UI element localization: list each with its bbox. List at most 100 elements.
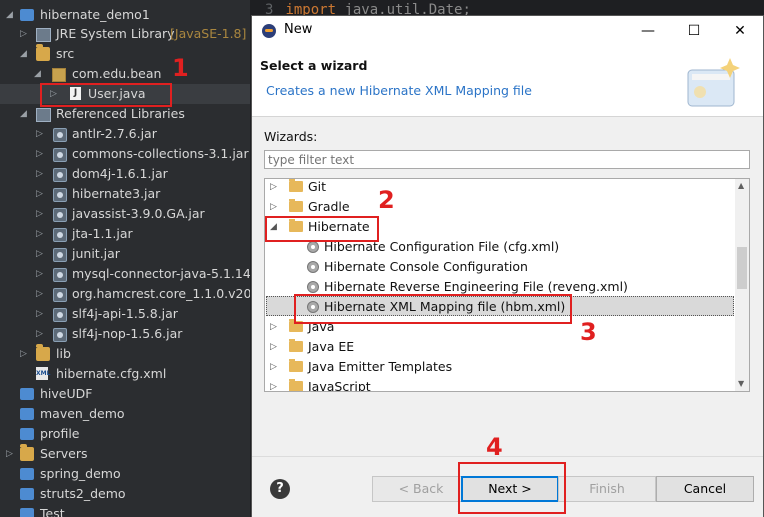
tree-item-jar[interactable]: ▷ jta-1.1.jar xyxy=(0,224,250,244)
annotation-number-2: 2 xyxy=(378,186,395,214)
eclipse-icon xyxy=(262,24,276,38)
back-button[interactable]: < Back xyxy=(372,476,470,502)
annotation-box-2 xyxy=(265,216,379,242)
collapsed-arrow-icon[interactable]: ▷ xyxy=(270,377,279,391)
tree-item-java-emitter-templates[interactable]: ▷ Java Emitter Templates xyxy=(265,357,733,377)
tree-item-com-edu-bean[interactable]: ◢ com.edu.bean xyxy=(0,64,250,84)
collapsed-arrow-icon[interactable]: ▷ xyxy=(36,310,44,319)
collapsed-arrow-icon[interactable]: ▷ xyxy=(36,130,44,139)
tree-item-test[interactable]: Test xyxy=(0,504,250,517)
tree-item-gradle[interactable]: ▷ Gradle xyxy=(265,197,733,217)
collapsed-arrow-icon[interactable]: ▷ xyxy=(270,197,279,217)
jar-icon xyxy=(53,308,67,322)
wizard-tree: ▷ Git ▷ Gradle ◢ Hibernate Hibernate Con… xyxy=(264,178,750,392)
library-icon xyxy=(36,108,51,122)
cancel-button[interactable]: Cancel xyxy=(656,476,754,502)
tree-item-hibernate-demo1[interactable]: ◢ hibernate_demo1 xyxy=(0,5,250,25)
tree-item-jre-system-library[interactable]: ▷ JRE System Library [JavaSE-1.8] xyxy=(0,24,250,44)
tree-item-jar[interactable]: ▷ mysql-connector-java-5.1.14.jar xyxy=(0,264,250,284)
collapsed-arrow-icon[interactable]: ▷ xyxy=(36,150,44,159)
tree-item-lib[interactable]: ▷ lib xyxy=(0,344,250,364)
tree-item-src[interactable]: ◢ src xyxy=(0,44,250,64)
minimize-button[interactable]: — xyxy=(625,16,671,46)
scroll-up-arrow-icon[interactable]: ▲ xyxy=(738,181,744,190)
project-icon xyxy=(20,508,34,517)
tree-item-maven-demo[interactable]: maven_demo xyxy=(0,404,250,424)
help-icon[interactable]: ? xyxy=(270,479,290,499)
annotation-number-3: 3 xyxy=(580,318,597,346)
expanded-arrow-icon[interactable]: ◢ xyxy=(20,110,28,119)
tree-item-git[interactable]: ▷ Git xyxy=(265,179,733,197)
collapsed-arrow-icon[interactable]: ▷ xyxy=(36,250,44,259)
tree-item-hiveudf[interactable]: hiveUDF xyxy=(0,384,250,404)
tree-item-jar[interactable]: ▷ javassist-3.9.0.GA.jar xyxy=(0,204,250,224)
header-title: Select a wizard xyxy=(260,58,368,73)
expanded-arrow-icon[interactable]: ◢ xyxy=(20,50,28,59)
collapsed-arrow-icon[interactable]: ▷ xyxy=(36,330,44,339)
collapsed-arrow-icon[interactable]: ▷ xyxy=(36,210,44,219)
tree-item-profile[interactable]: profile xyxy=(0,424,250,444)
project-icon xyxy=(20,9,34,21)
tree-item-jar[interactable]: ▷ dom4j-1.6.1.jar xyxy=(0,164,250,184)
collapsed-arrow-icon[interactable]: ▷ xyxy=(270,179,279,197)
dialog-titlebar[interactable]: New — ☐ ✕ xyxy=(252,16,763,46)
package-icon xyxy=(52,68,66,82)
jar-icon xyxy=(53,248,67,262)
close-button[interactable]: ✕ xyxy=(717,16,763,46)
collapsed-arrow-icon[interactable]: ▷ xyxy=(36,170,44,179)
expanded-arrow-icon[interactable]: ◢ xyxy=(34,70,42,79)
project-icon xyxy=(20,388,34,400)
project-icon xyxy=(20,488,34,500)
xml-file-icon: XML xyxy=(36,367,50,380)
filter-input[interactable] xyxy=(264,150,750,169)
tree-item-referenced-libraries[interactable]: ◢ Referenced Libraries xyxy=(0,104,250,124)
finish-button[interactable]: Finish xyxy=(558,476,656,502)
collapsed-arrow-icon[interactable]: ▷ xyxy=(36,270,44,279)
project-icon xyxy=(20,468,34,480)
wizard-header: Select a wizard Creates a new Hibernate … xyxy=(252,46,763,117)
tree-item-jar[interactable]: ▷ commons-collections-3.1.jar xyxy=(0,144,250,164)
tree-item-jar[interactable]: ▷ hibernate3.jar xyxy=(0,184,250,204)
jar-icon xyxy=(53,288,67,302)
collapsed-arrow-icon[interactable]: ▷ xyxy=(36,190,44,199)
tree-item-java-ee[interactable]: ▷ Java EE xyxy=(265,337,733,357)
tree-item-hibernate-console[interactable]: Hibernate Console Configuration xyxy=(265,257,733,277)
jar-icon xyxy=(53,268,67,282)
jar-icon xyxy=(53,188,67,202)
scroll-down-arrow-icon[interactable]: ▼ xyxy=(738,379,744,388)
annotation-number-1: 1 xyxy=(172,54,189,82)
jar-icon xyxy=(53,168,67,182)
tree-item-jar[interactable]: ▷ slf4j-nop-1.5.6.jar xyxy=(0,324,250,344)
tree-item-servers[interactable]: ▷ Servers xyxy=(0,444,250,464)
tree-item-spring-demo[interactable]: spring_demo xyxy=(0,464,250,484)
tree-item-jar[interactable]: ▷ junit.jar xyxy=(0,244,250,264)
collapsed-arrow-icon[interactable]: ▷ xyxy=(270,337,279,357)
tree-item-jar[interactable]: ▷ antlr-2.7.6.jar xyxy=(0,124,250,144)
collapsed-arrow-icon[interactable]: ▷ xyxy=(20,30,28,39)
jar-icon xyxy=(53,228,67,242)
tree-item-javascript[interactable]: ▷ JavaScript xyxy=(265,377,733,391)
tree-item-jar[interactable]: ▷ slf4j-api-1.5.8.jar xyxy=(0,304,250,324)
hibernate-icon xyxy=(307,241,319,253)
project-explorer: ◢ hibernate_demo1 ▷ JRE System Library [… xyxy=(0,0,250,517)
expanded-arrow-icon[interactable]: ◢ xyxy=(6,11,14,20)
collapsed-arrow-icon[interactable]: ▷ xyxy=(36,290,44,299)
project-icon xyxy=(20,408,34,420)
annotation-box-3 xyxy=(294,294,572,324)
maximize-button[interactable]: ☐ xyxy=(671,16,717,46)
collapsed-arrow-icon[interactable]: ▷ xyxy=(20,350,28,359)
source-folder-icon xyxy=(36,44,50,61)
scrollbar-thumb[interactable] xyxy=(737,247,747,289)
collapsed-arrow-icon[interactable]: ▷ xyxy=(36,230,44,239)
folder-icon xyxy=(36,344,50,361)
folder-icon xyxy=(289,339,303,352)
collapsed-arrow-icon[interactable]: ▷ xyxy=(6,450,14,459)
collapsed-arrow-icon[interactable]: ▷ xyxy=(270,317,279,337)
annotation-box-1 xyxy=(40,83,172,107)
collapsed-arrow-icon[interactable]: ▷ xyxy=(270,357,279,377)
tree-item-jar[interactable]: ▷ org.hamcrest.core_1.1.0.v20090 xyxy=(0,284,250,304)
project-icon xyxy=(20,428,34,440)
tree-item-hibernate-cfg-xml[interactable]: XML hibernate.cfg.xml xyxy=(0,364,250,384)
new-wizard-dialog: New — ☐ ✕ Select a wizard Creates a new … xyxy=(251,15,764,517)
tree-item-struts2-demo[interactable]: struts2_demo xyxy=(0,484,250,504)
